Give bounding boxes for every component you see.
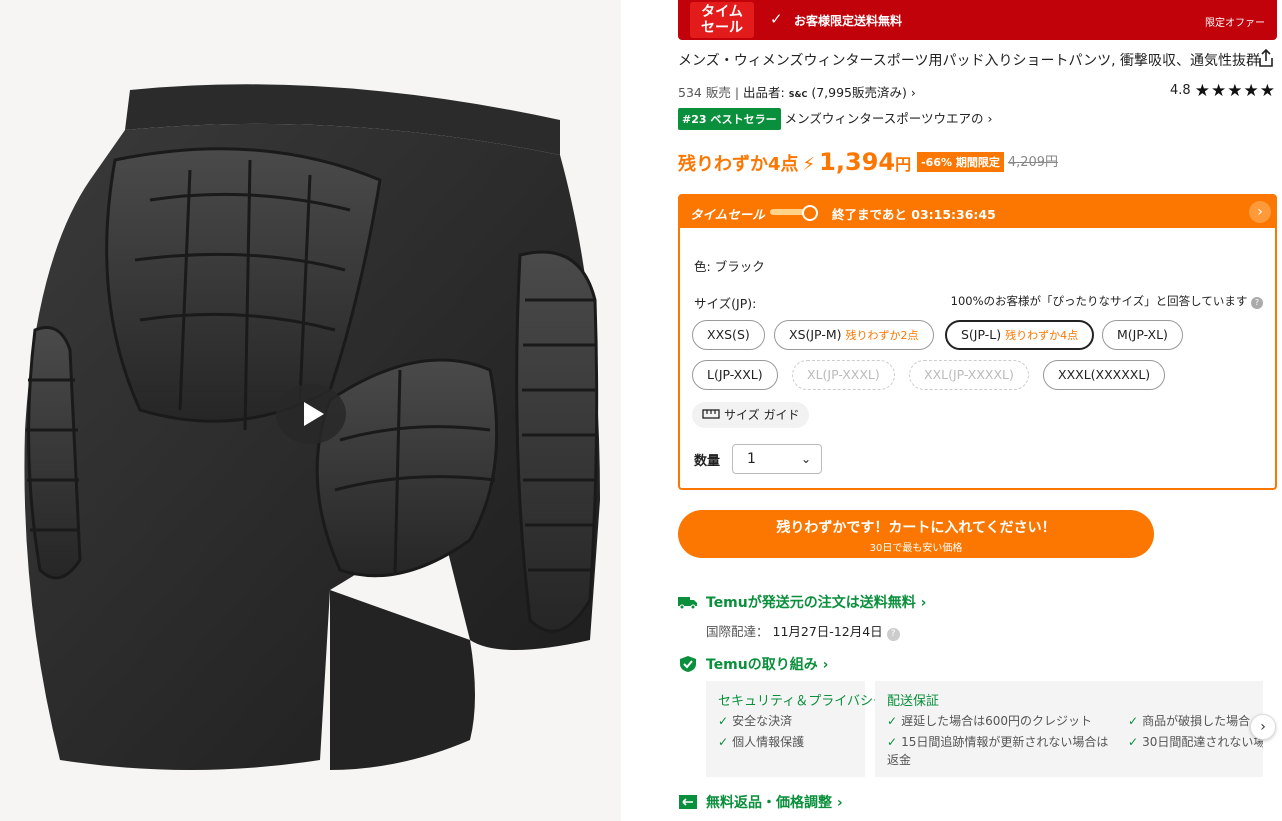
countdown: 終了まであと 03:15:36:45 xyxy=(832,207,996,222)
security-item: ✓ 安全な決済 xyxy=(718,714,793,728)
options-box: タイムセール 終了まであと 03:15:36:45 › 色: ブラック サイズ(… xyxy=(678,194,1277,490)
chevron-right-icon[interactable]: › xyxy=(911,85,916,100)
help-icon[interactable]: ? xyxy=(886,628,900,641)
discount-badge: -66% 期間限定 xyxy=(917,152,1004,172)
timesale-header[interactable]: タイムセール 終了まであと 03:15:36:45 › xyxy=(680,196,1275,228)
delivery-item: ✓ 30日間配達されない場 xyxy=(1128,735,1263,749)
carousel-next-button[interactable]: › xyxy=(1250,714,1276,740)
delivery-item: ✓ 商品が破損した場合 xyxy=(1128,714,1251,728)
color-label: 色: xyxy=(694,259,711,274)
fit-note: 100%のお客様が「ぴったりなサイズ」と回答しています ? xyxy=(951,293,1263,309)
delivery-item-cont: 返金 xyxy=(887,753,912,767)
delivery-card[interactable]: 配送保証 ✓ 遅延した場合は600円のクレジット ✓ 15日間追跡情報が更新されない… xyxy=(875,681,1263,777)
color-value: ブラック xyxy=(714,259,765,274)
sold-count: 534 販売 xyxy=(678,85,731,100)
play-video-button[interactable] xyxy=(276,384,346,444)
size-option-selected[interactable]: S(JP-L) 残りわずか4点 xyxy=(945,320,1095,350)
color-row: 色: ブラック xyxy=(694,256,765,275)
free-shipping-text: お客様限定送料無料 xyxy=(794,14,903,28)
add-to-cart-button[interactable]: 残りわずかです！カートに入れてください！ 30日で最も安い価格 xyxy=(678,510,1154,558)
size-option[interactable]: M(JP-XL) xyxy=(1102,320,1183,350)
original-price: 4,209円 xyxy=(1007,155,1059,170)
size-option[interactable]: XXS(S) xyxy=(692,320,765,350)
size-label: サイズ(JP): xyxy=(694,296,757,311)
time-sale-badge: タイム セール xyxy=(690,2,754,38)
bestseller-row[interactable]: #23 ベストセラー メンズウィンタースポーツウエアの › xyxy=(678,108,992,130)
seller-logo[interactable]: S&C xyxy=(789,90,808,99)
size-option[interactable]: L(JP-XXL) xyxy=(692,360,778,390)
price-row: 残りわずか4点 ⚡ 1,394円 -66% 期間限定 4,209円 xyxy=(678,148,1058,176)
security-item: ✓ 個人情報保護 xyxy=(718,735,805,749)
star-icons: ★★★★★ xyxy=(1194,81,1276,101)
lightning-icon: ⚡ xyxy=(802,154,816,175)
price-currency: 円 xyxy=(895,155,912,174)
shield-icon xyxy=(680,656,696,672)
international-delivery: 国際配達： 11月27日-12月4日? xyxy=(706,621,900,641)
security-card[interactable]: セキュリティ＆プライバシー ✓ 安全な決済 ✓ 個人情報保護 xyxy=(706,681,886,777)
size-option[interactable]: XXXL(XXXXXL) xyxy=(1043,360,1166,390)
truck-icon xyxy=(678,597,697,610)
delivery-item: ✓ 15日間追跡情報が更新されない場合は xyxy=(887,735,1109,749)
quantity-label: 数量 xyxy=(694,454,721,469)
size-guide-button[interactable]: サイズ ガイド xyxy=(692,402,810,428)
product-title: メンズ・ウィメンズウィンタースポーツ用パッド入りショートパンツ, 衝撃吸収、通気… xyxy=(678,53,1261,69)
timesale-label: タイムセール xyxy=(690,207,765,222)
return-box-icon xyxy=(679,795,697,809)
chevron-right-icon: › xyxy=(987,111,993,126)
rating[interactable]: 4.8 ★★★★★ xyxy=(1170,81,1276,101)
free-returns-link[interactable]: 無料返品・価格調整 › xyxy=(678,792,843,812)
delivery-item: ✓ 遅延した場合は600円のクレジット xyxy=(887,714,1092,728)
rating-value: 4.8 xyxy=(1169,83,1191,98)
timesale-progress xyxy=(770,205,818,221)
seller-sales[interactable]: (7,995販売済み) xyxy=(811,85,907,100)
chevron-down-icon: ⌄ xyxy=(800,452,811,466)
size-option-disabled: XL(JP-XXXL) xyxy=(792,360,895,390)
quantity-select[interactable]: 1 ⌄ xyxy=(732,444,822,474)
bestseller-badge: #23 ベストセラー xyxy=(678,108,781,130)
promo-banner: タイム セール ✓ お客様限定送料無料 限定オファー xyxy=(678,0,1277,40)
chevron-right-icon[interactable]: › xyxy=(1249,201,1271,223)
free-shipping-link[interactable]: Temuが発送元の注文は送料無料 › xyxy=(678,592,926,612)
seller-label: 出品者: xyxy=(743,85,785,100)
bestseller-category: メンズウィンタースポーツウエアの xyxy=(784,111,984,126)
limited-offer-text: 限定オファー xyxy=(1205,18,1265,29)
few-left-text: 残りわずか4点 xyxy=(678,154,799,175)
sales-meta: 534 販売 | 出品者: S&C (7,995販売済み) › xyxy=(678,85,916,100)
size-option-disabled: XXL(JP-XXXXL) xyxy=(909,360,1029,390)
check-icon: ✓ xyxy=(770,10,783,28)
price-amount: 1,394 xyxy=(819,148,896,176)
size-option[interactable]: XS(JP-M) 残りわずか2点 xyxy=(774,320,934,350)
share-icon[interactable] xyxy=(1256,48,1276,68)
commitment-link[interactable]: Temuの取り組み › xyxy=(678,654,828,674)
ruler-icon xyxy=(702,409,720,419)
help-icon: ? xyxy=(1251,297,1263,309)
product-image[interactable] xyxy=(0,0,621,821)
